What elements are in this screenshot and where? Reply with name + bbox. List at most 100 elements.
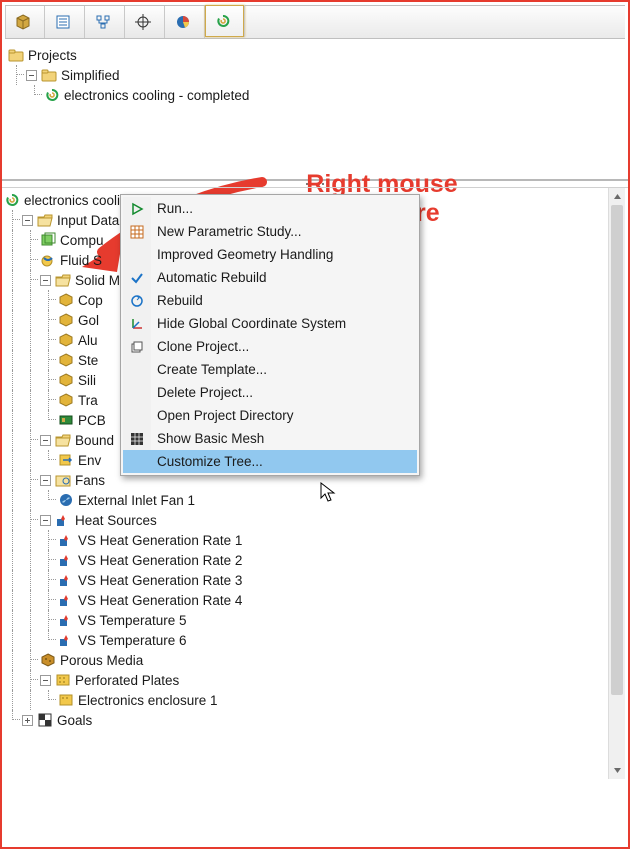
context-menu-item[interactable]: Rebuild [123, 289, 417, 312]
tree-node-goals[interactable]: Goals [4, 710, 628, 730]
truncated-text: Sili [78, 373, 96, 388]
toolbar [5, 5, 625, 39]
truncated-text: Fluid S [60, 253, 102, 268]
truncated-text: Gol [78, 313, 99, 328]
expander-icon[interactable] [26, 70, 37, 81]
context-menu: Run... New Parametric Study... Improved Ge… [120, 194, 420, 476]
context-menu-item[interactable]: Show Basic Mesh [123, 427, 417, 450]
tree-item-heat-source[interactable]: VS Heat Generation Rate 4 [4, 590, 628, 610]
context-menu-item[interactable]: Hide Global Coordinate System [123, 312, 417, 335]
context-menu-item-label: Delete Project... [157, 385, 409, 400]
truncated-text: Tra [78, 393, 98, 408]
grid-orange-icon [123, 220, 151, 243]
porous-label: Porous Media [60, 653, 143, 668]
toolbar-btn-2[interactable] [45, 6, 85, 38]
expander-plus-icon[interactable] [22, 715, 33, 726]
material-icon [58, 312, 74, 328]
tree-root-projects[interactable]: Projects [8, 45, 622, 65]
tree-item-heat-source[interactable]: VS Temperature 5 [4, 610, 628, 630]
heat-item-icon [58, 592, 74, 608]
context-menu-item[interactable]: Delete Project... [123, 381, 417, 404]
truncated-text: Bound [75, 433, 114, 448]
tree-child-simplified[interactable]: Simplified [8, 65, 622, 85]
input-data-label: Input Data [57, 213, 119, 228]
expander-icon[interactable] [40, 675, 51, 686]
folder-icon [41, 67, 57, 83]
rebuild-icon [123, 289, 151, 312]
tree-item-perf-1[interactable]: Electronics enclosure 1 [4, 690, 628, 710]
context-menu-item-label: Open Project Directory [157, 408, 409, 423]
projects-icon [8, 47, 24, 63]
clone-icon [123, 335, 151, 358]
swirl-icon [4, 192, 20, 208]
toolbar-btn-5[interactable] [165, 6, 205, 38]
tree-item-heat-source[interactable]: VS Heat Generation Rate 3 [4, 570, 628, 590]
context-menu-item-label: Show Basic Mesh [157, 431, 409, 446]
truncated-text: Ste [78, 353, 98, 368]
context-menu-item[interactable]: Customize Tree... [123, 450, 417, 473]
blank-icon [123, 404, 151, 427]
swirl-icon [215, 13, 231, 29]
scroll-down-button[interactable] [609, 762, 625, 779]
context-menu-item-label: Rebuild [157, 293, 409, 308]
context-menu-item[interactable]: Clone Project... [123, 335, 417, 358]
vertical-scrollbar[interactable] [608, 188, 625, 779]
list-icon [55, 14, 71, 30]
swirl-icon [44, 87, 60, 103]
tree-leaf-study[interactable]: electronics cooling - completed [8, 85, 622, 105]
crosshair-icon [135, 14, 151, 30]
scroll-thumb[interactable] [611, 205, 623, 695]
truncated-text: Solid M [75, 273, 120, 288]
app-frame: Projects Simplified electronics cooling … [0, 0, 630, 849]
fluid-icon [40, 252, 56, 268]
fans-label: Fans [75, 473, 105, 488]
toolbar-btn-6[interactable] [205, 5, 245, 37]
pcb-icon [58, 412, 74, 428]
context-menu-item[interactable]: Open Project Directory [123, 404, 417, 427]
truncated-text: Env [78, 453, 101, 468]
context-menu-item-label: Clone Project... [157, 339, 409, 354]
expander-icon[interactable] [40, 475, 51, 486]
context-menu-item[interactable]: Run... [123, 197, 417, 220]
truncated-text: PCB [78, 413, 106, 428]
tree-node-heat[interactable]: Heat Sources [4, 510, 628, 530]
context-menu-item[interactable]: Create Template... [123, 358, 417, 381]
heat-item-label: VS Heat Generation Rate 2 [78, 553, 242, 568]
heat-item-icon [58, 552, 74, 568]
material-icon [58, 372, 74, 388]
expander-icon[interactable] [40, 275, 51, 286]
expander-icon[interactable] [40, 435, 51, 446]
expander-icon[interactable] [22, 215, 33, 226]
context-menu-item[interactable]: Improved Geometry Handling [123, 243, 417, 266]
fan1-label: External Inlet Fan 1 [78, 493, 195, 508]
perf-label: Perforated Plates [75, 673, 179, 688]
blank-icon [123, 358, 151, 381]
toolbar-btn-3[interactable] [85, 6, 125, 38]
pie-icon [175, 14, 191, 30]
toolbar-btn-1[interactable] [5, 6, 45, 38]
blank-icon [123, 243, 151, 266]
context-menu-item[interactable]: New Parametric Study... [123, 220, 417, 243]
tree-node-perf[interactable]: Perforated Plates [4, 670, 628, 690]
heat-item-label: VS Temperature 5 [78, 613, 187, 628]
axes-icon [123, 312, 151, 335]
scroll-up-button[interactable] [609, 188, 625, 205]
toolbar-btn-4[interactable] [125, 6, 165, 38]
tree-item-heat-source[interactable]: VS Temperature 6 [4, 630, 628, 650]
tree-item-heat-source[interactable]: VS Heat Generation Rate 1 [4, 530, 628, 550]
tree-node-porous[interactable]: Porous Media [4, 650, 628, 670]
heat-item-icon [58, 632, 74, 648]
scroll-track[interactable] [609, 205, 625, 762]
context-menu-item-label: Hide Global Coordinate System [157, 316, 409, 331]
context-menu-item[interactable]: Automatic Rebuild [123, 266, 417, 289]
perf-item-label: Electronics enclosure 1 [78, 693, 218, 708]
perforated-icon [58, 692, 74, 708]
expander-icon[interactable] [40, 515, 51, 526]
truncated-text: Cop [78, 293, 103, 308]
blank-icon [123, 450, 151, 473]
heat-item-label: VS Temperature 6 [78, 633, 187, 648]
tree-item-heat-source[interactable]: VS Heat Generation Rate 2 [4, 550, 628, 570]
context-menu-item-label: New Parametric Study... [157, 224, 409, 239]
tree-item-fan-1[interactable]: External Inlet Fan 1 [4, 490, 628, 510]
play-icon [123, 197, 151, 220]
